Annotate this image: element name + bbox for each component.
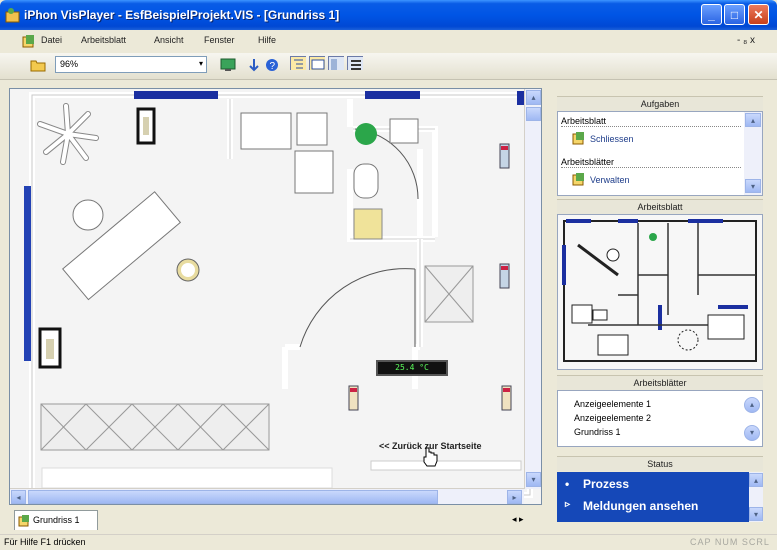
window-element xyxy=(134,91,218,99)
lamp-element[interactable] xyxy=(353,208,383,240)
zoom-select[interactable]: 96% ▾ xyxy=(55,56,207,73)
arrow-down-icon[interactable] xyxy=(246,58,262,72)
status-header: Status xyxy=(557,456,763,471)
tree-view-icon[interactable] xyxy=(290,56,306,70)
scroll-up-button[interactable]: ▴ xyxy=(526,90,541,105)
menu-datei[interactable]: Datei xyxy=(41,35,62,45)
tasks-group-arbeitsblatt: Arbeitsblatt xyxy=(561,116,607,126)
chevron-down-icon: ▾ xyxy=(198,59,203,68)
window-title: iPhon VisPlayer - EsfBeispielProjekt.VIS… xyxy=(24,8,340,22)
monitor-icon[interactable] xyxy=(220,58,236,72)
floorplan-canvas[interactable]: 25.4 °C << Zurück zur Startseite xyxy=(9,88,542,505)
horizontal-scrollbar[interactable]: ◂ ▸ xyxy=(10,488,524,504)
help-hint: Für Hilfe F1 drücken xyxy=(4,537,86,547)
document-icon xyxy=(22,35,34,48)
sheets-header: Arbeitsblätter xyxy=(557,375,763,390)
status-meldungen-ansehen[interactable]: Meldungen ansehen xyxy=(583,499,698,513)
green-light-element[interactable] xyxy=(355,123,377,145)
manage-sheets-icon xyxy=(572,173,584,186)
sheet-item-anzeigeelemente-2[interactable]: Anzeigeelemente 2 xyxy=(574,413,651,423)
task-verwalten[interactable]: Verwalten xyxy=(590,175,630,185)
mdi-controls[interactable]: - ₈ x xyxy=(737,35,755,46)
scroll-up-button[interactable]: ▴ xyxy=(749,473,763,487)
toolbar: 96% ▾ ? xyxy=(0,53,777,80)
task-schliessen[interactable]: Schliessen xyxy=(590,134,634,144)
vertical-scrollbar[interactable]: ▴ ▾ xyxy=(524,89,541,489)
close-sheet-icon xyxy=(572,132,584,145)
sheets-scroll-up[interactable]: ▴ xyxy=(744,397,760,413)
preview-thumbnail xyxy=(558,215,762,369)
preview-header: Arbeitsblatt xyxy=(557,199,763,214)
scroll-down-button[interactable]: ▾ xyxy=(749,507,763,521)
help-icon[interactable]: ? xyxy=(264,58,280,72)
sheets-scroll-down[interactable]: ▾ xyxy=(744,425,760,441)
status-scrollbar[interactable]: ▴ ▾ xyxy=(749,472,763,522)
sheets-list: Anzeigeelemente 1 Anzeigeelemente 2 Grun… xyxy=(557,390,763,447)
scroll-thumb[interactable] xyxy=(526,107,541,121)
tasks-scrollbar[interactable]: ▴ ▾ xyxy=(744,112,762,195)
window-view-icon[interactable] xyxy=(309,56,325,70)
sheet-item-anzeigeelemente-1[interactable]: Anzeigeelemente 1 xyxy=(574,399,651,409)
status-prozess[interactable]: Prozess xyxy=(583,477,629,491)
open-folder-icon[interactable] xyxy=(30,57,48,73)
bullet-icon: • xyxy=(565,477,570,491)
tasks-header: Aufgaben xyxy=(557,96,763,111)
scroll-left-button[interactable]: ◂ xyxy=(11,490,26,504)
maximize-button[interactable]: □ xyxy=(724,4,745,25)
title-bar[interactable]: iPhon VisPlayer - EsfBeispielProjekt.VIS… xyxy=(0,0,777,30)
hand-cursor-icon xyxy=(423,447,438,467)
menu-bar: Datei Arbeitsblatt Ansicht Fenster Hilfe… xyxy=(0,30,777,52)
scroll-down-button[interactable]: ▾ xyxy=(526,472,541,487)
tab-label: Grundriss 1 xyxy=(33,515,80,525)
status-panel: • Prozess ▹ Meldungen ansehen xyxy=(557,472,749,522)
sheet-icon xyxy=(18,515,29,527)
status-bar: Für Hilfe F1 drücken CAP NUM SCRL xyxy=(0,534,777,550)
scroll-down-button[interactable]: ▾ xyxy=(745,179,761,193)
sheet-item-grundriss-1[interactable]: Grundriss 1 xyxy=(574,427,621,437)
scroll-up-button[interactable]: ▴ xyxy=(745,113,761,127)
menu-ansicht[interactable]: Ansicht xyxy=(154,35,184,45)
sheet-preview[interactable] xyxy=(557,214,763,370)
keyboard-indicators: CAP NUM SCRL xyxy=(690,537,770,547)
svg-text:?: ? xyxy=(270,61,276,72)
scroll-thumb-horizontal[interactable] xyxy=(28,490,438,504)
app-icon xyxy=(5,8,20,23)
window-element xyxy=(365,91,420,99)
panel-view-icon[interactable] xyxy=(328,56,344,70)
temperature-display: 25.4 °C xyxy=(376,360,448,376)
minimize-button[interactable]: _ xyxy=(701,4,722,25)
tasks-panel: Arbeitsblatt Schliessen Arbeitsblätter V… xyxy=(557,111,763,196)
close-button[interactable]: ✕ xyxy=(748,4,769,25)
menu-hilfe[interactable]: Hilfe xyxy=(258,35,276,45)
window-element xyxy=(24,186,31,361)
list-view-icon[interactable] xyxy=(347,56,363,70)
scroll-right-button[interactable]: ▸ xyxy=(507,490,522,504)
tasks-group-arbeitsblaetter: Arbeitsblätter xyxy=(561,157,615,167)
tab-grundriss-1[interactable]: Grundriss 1 xyxy=(14,510,98,530)
zoom-value: 96% xyxy=(60,59,79,69)
tab-nav-arrows[interactable]: ◂ ▸ xyxy=(512,514,524,525)
chevron-right-icon: ▹ xyxy=(565,499,571,510)
menu-arbeitsblatt[interactable]: Arbeitsblatt xyxy=(81,35,126,45)
menu-fenster[interactable]: Fenster xyxy=(204,35,235,45)
